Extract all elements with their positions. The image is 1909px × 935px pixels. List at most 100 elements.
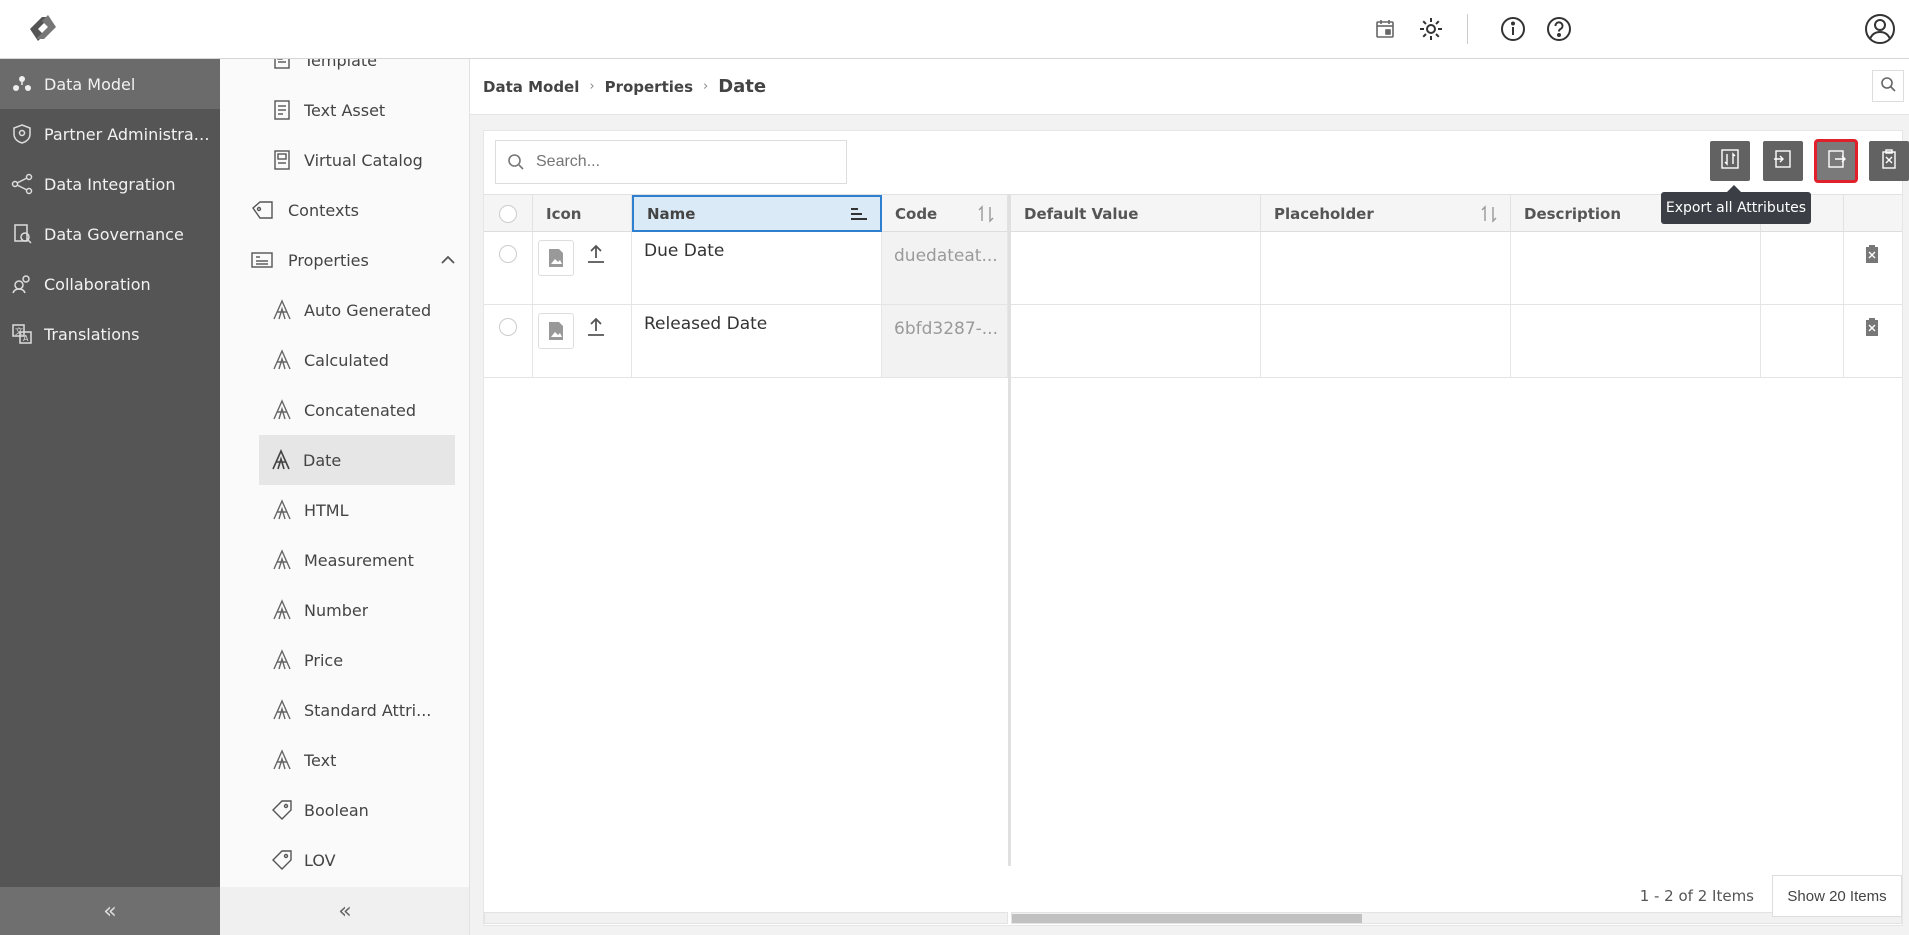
nav-label: Data Integration xyxy=(44,174,176,194)
properties-icon xyxy=(246,250,280,270)
column-header-code[interactable]: Code xyxy=(882,195,1008,232)
extra-cell xyxy=(1761,232,1844,304)
nav-label: Data Governance xyxy=(44,224,184,244)
row-select-cell xyxy=(484,305,533,377)
search-button[interactable] xyxy=(1872,70,1904,102)
column-header-icon[interactable]: Icon xyxy=(533,195,632,232)
attribute-icon xyxy=(259,449,303,471)
logo-icon[interactable] xyxy=(20,9,66,47)
row-select-cell xyxy=(484,232,533,304)
breadcrumb-item-data-model[interactable]: Data Model xyxy=(483,78,579,96)
attribute-icon xyxy=(260,649,304,671)
subnav-label: Template xyxy=(304,59,378,70)
gear-icon[interactable] xyxy=(1416,14,1446,44)
description-cell[interactable] xyxy=(1511,305,1761,377)
subnav-label: Standard Attri... xyxy=(304,700,432,720)
attribute-icon xyxy=(260,499,304,521)
subnav-item-properties[interactable]: Properties xyxy=(246,235,456,285)
select-all-cell xyxy=(484,195,533,232)
chevron-up-icon[interactable] xyxy=(440,252,456,272)
subnav-item-template[interactable]: Template xyxy=(260,59,469,85)
nav-label: Collaboration xyxy=(44,274,151,294)
attribute-icon xyxy=(260,399,304,421)
subnav-item-html[interactable]: HTML xyxy=(260,485,469,535)
help-icon[interactable] xyxy=(1544,14,1574,44)
export-icon xyxy=(1825,148,1847,174)
left-nav: Data Model Partner Administrati... Data … xyxy=(0,59,220,935)
subnav-item-calculated[interactable]: Calculated xyxy=(260,335,469,385)
svg-text:A: A xyxy=(23,334,29,343)
frozen-column-divider xyxy=(1008,194,1011,866)
delete-button[interactable] xyxy=(1869,141,1909,181)
collapse-subnav-button[interactable]: « xyxy=(220,887,469,935)
subnav-item-measurement[interactable]: Measurement xyxy=(260,535,469,585)
subnav-item-text-asset[interactable]: Text Asset xyxy=(260,85,469,135)
select-all-radio[interactable] xyxy=(499,204,517,223)
sort-icon[interactable] xyxy=(1480,205,1498,227)
subnav-item-date[interactable]: Date xyxy=(259,435,455,485)
user-icon[interactable] xyxy=(1863,12,1897,46)
row-radio[interactable] xyxy=(499,245,517,263)
attributes-panel: Icon Name Code Default Value Placeholder… xyxy=(483,130,1909,926)
nav-item-data-integration[interactable]: Data Integration xyxy=(0,159,220,209)
search-input[interactable] xyxy=(536,153,826,171)
default-value-cell[interactable] xyxy=(1011,232,1261,304)
sub-nav: Template Text Asset Virtual Catalog Cont… xyxy=(220,59,470,935)
subnav-item-contexts[interactable]: Contexts xyxy=(246,185,456,235)
sort-lines-icon[interactable] xyxy=(850,207,868,225)
placeholder-cell[interactable] xyxy=(1261,305,1511,377)
upload-icon[interactable] xyxy=(586,242,606,269)
image-placeholder-icon[interactable] xyxy=(538,240,574,276)
subnav-item-standard-attributes[interactable]: Standard Attri... xyxy=(260,685,469,735)
column-header-name[interactable]: Name xyxy=(632,195,882,232)
subnav-item-price[interactable]: Price xyxy=(260,635,469,685)
collapse-nav-button[interactable]: « xyxy=(0,887,220,935)
nav-item-collaboration[interactable]: Collaboration xyxy=(0,259,220,309)
column-label: Code xyxy=(895,204,938,223)
subnav-item-boolean[interactable]: Boolean xyxy=(260,785,469,835)
nav-label: Partner Administrati... xyxy=(44,124,214,144)
column-header-placeholder[interactable]: Placeholder xyxy=(1261,195,1511,232)
sort-icon[interactable] xyxy=(977,205,995,227)
breadcrumb-item-properties[interactable]: Properties xyxy=(605,78,693,96)
import-button[interactable] xyxy=(1763,141,1803,181)
table-row[interactable]: Due Date duedateat... xyxy=(484,232,1902,305)
column-label: Default Value xyxy=(1024,204,1139,223)
template-icon xyxy=(260,59,304,70)
placeholder-cell[interactable] xyxy=(1261,232,1511,304)
show-items-button[interactable]: Show 20 Items xyxy=(1772,875,1902,917)
subnav-item-text[interactable]: Text xyxy=(260,735,469,785)
description-cell[interactable] xyxy=(1511,232,1761,304)
delete-row-icon[interactable] xyxy=(1864,317,1880,342)
sync-button[interactable] xyxy=(1710,141,1750,181)
info-icon[interactable] xyxy=(1498,14,1528,44)
upload-icon[interactable] xyxy=(586,315,606,342)
row-radio[interactable] xyxy=(499,318,517,336)
subnav-item-auto-generated[interactable]: Auto Generated xyxy=(260,285,469,335)
attribute-icon xyxy=(260,299,304,321)
column-header-default-value[interactable]: Default Value xyxy=(1011,195,1261,232)
attribute-icon xyxy=(260,599,304,621)
image-placeholder-icon[interactable] xyxy=(538,313,574,349)
subnav-item-concatenated[interactable]: Concatenated xyxy=(260,385,469,435)
default-value-cell[interactable] xyxy=(1011,305,1261,377)
delete-row-icon[interactable] xyxy=(1864,244,1880,269)
breadcrumb-separator: › xyxy=(589,79,595,94)
nav-item-translations[interactable]: 文A Translations xyxy=(0,309,220,359)
subnav-item-number[interactable]: Number xyxy=(260,585,469,635)
nav-item-data-model[interactable]: Data Model xyxy=(0,59,220,109)
double-chevron-left-icon: « xyxy=(338,898,352,924)
export-all-attributes-button[interactable] xyxy=(1814,139,1858,183)
attributes-grid: Icon Name Code Default Value Placeholder… xyxy=(484,194,1902,924)
subnav-label: Contexts xyxy=(288,200,360,220)
table-row[interactable]: Released Date 6bfd3287-... xyxy=(484,305,1902,378)
subnav-label: Date xyxy=(303,450,342,470)
nav-item-data-governance[interactable]: Data Governance xyxy=(0,209,220,259)
subnav-item-lov[interactable]: LOV xyxy=(260,835,469,885)
calendar-icon[interactable] xyxy=(1370,14,1400,44)
import-icon xyxy=(1772,148,1794,174)
subnav-item-virtual-catalog[interactable]: Virtual Catalog xyxy=(260,135,469,185)
nav-item-partner-administration[interactable]: Partner Administrati... xyxy=(0,109,220,159)
tag-icon xyxy=(246,200,280,220)
subnav-label: Number xyxy=(304,600,369,620)
